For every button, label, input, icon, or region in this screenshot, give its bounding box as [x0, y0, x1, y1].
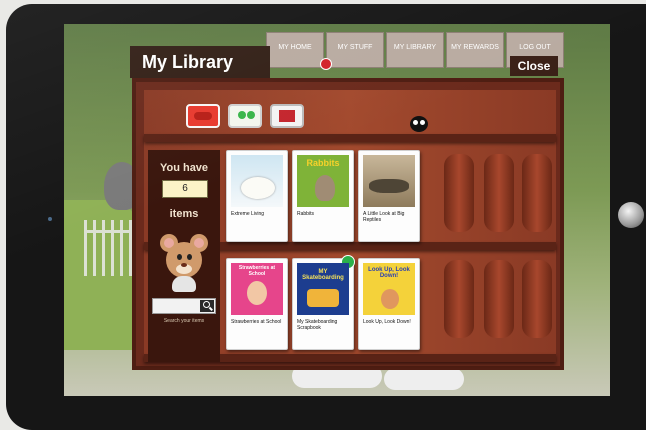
background-cloud: [292, 364, 382, 388]
empty-slot: [522, 260, 552, 338]
book-card[interactable]: Look Up, Look Down! Look Up, Look Down!: [358, 258, 420, 350]
tablet-frame: MY HOME MY STUFF MY LIBRARY MY REWARDS L…: [6, 4, 646, 430]
search-icon[interactable]: [200, 300, 214, 312]
mouse-mascot: [160, 232, 208, 292]
mouse-nose: [181, 263, 187, 267]
skateboard-image: [307, 289, 339, 307]
empty-slot: [484, 260, 514, 338]
mouse-body: [172, 276, 196, 292]
book-card[interactable]: Extreme Living: [226, 150, 288, 242]
polar-bear-image: [241, 177, 275, 199]
search-input[interactable]: [155, 300, 199, 312]
notification-badge: [320, 58, 332, 70]
cover-title: Rabbits: [306, 158, 340, 168]
child-image: [381, 289, 399, 309]
book-card[interactable]: Strawberries at School Strawberries at S…: [226, 258, 288, 350]
empty-slot: [522, 154, 552, 232]
new-badge-icon: [341, 255, 355, 269]
shelf-top: [144, 134, 556, 142]
book-title: Rabbits: [297, 211, 314, 217]
book-card[interactable]: MY Skateboarding My Skateboarding Scrapb…: [292, 255, 355, 350]
item-count-panel: You have 6 items Search your items: [148, 150, 220, 362]
you-have-label: You have: [159, 162, 209, 174]
book-cover: Look Up, Look Down!: [363, 263, 415, 315]
book-cover: [231, 155, 283, 207]
soot-critter-icon: [410, 116, 428, 132]
red-brand-filter-button[interactable]: [186, 104, 220, 128]
book-card[interactable]: Rabbits Rabbits: [292, 150, 354, 242]
item-count: 6: [162, 180, 208, 198]
rabbit-image: [315, 175, 335, 201]
background-cloud: [384, 368, 464, 390]
book-title: Look Up, Look Down!: [363, 319, 411, 325]
mouse-ear-left: [160, 234, 178, 252]
page-title: My Library: [130, 46, 270, 78]
cover-title: Look Up, Look Down!: [368, 267, 410, 279]
mouse-eye: [177, 254, 182, 260]
red-book-filter-button[interactable]: [270, 104, 304, 128]
app-screen: MY HOME MY STUFF MY LIBRARY MY REWARDS L…: [64, 24, 610, 396]
bookcase-back: [144, 90, 556, 362]
items-label: items: [169, 208, 199, 220]
background-bird: [104, 162, 140, 210]
book-title: A Little Look at Big Reptiles: [363, 211, 405, 223]
bookcase: [132, 78, 564, 370]
home-button-icon[interactable]: [618, 202, 644, 228]
tab-log-out[interactable]: LOG OUT: [506, 32, 564, 68]
cover-title: Strawberries at School: [238, 265, 276, 277]
book-title: Strawberries at School: [231, 319, 282, 325]
background-fence: [84, 220, 138, 276]
background-hill: [64, 200, 144, 350]
tab-my-rewards[interactable]: MY REWARDS: [446, 32, 504, 68]
shelf-middle: [144, 242, 556, 250]
book-title: My Skateboarding Scrapbook: [297, 319, 338, 331]
tab-my-library[interactable]: MY LIBRARY: [386, 32, 444, 68]
book-title: Extreme Living: [231, 211, 265, 217]
girl-image: [247, 281, 267, 305]
mouse-snout: [176, 264, 192, 274]
book-cover: Rabbits: [297, 155, 349, 207]
empty-slot: [444, 260, 474, 338]
mouse-eye: [187, 254, 192, 260]
mouse-head: [166, 242, 202, 278]
reptile-image: [369, 179, 409, 193]
book-card[interactable]: A Little Look at Big Reptiles: [358, 150, 420, 242]
shelf-bottom: [144, 354, 556, 362]
tab-my-stuff[interactable]: MY STUFF: [326, 32, 384, 68]
book-cover: [363, 155, 415, 207]
search-hint: Search your items: [163, 318, 205, 324]
book-cover: Strawberries at School: [231, 263, 283, 315]
tab-my-home[interactable]: MY HOME: [266, 32, 324, 68]
mouse-ear-right: [190, 234, 208, 252]
camera-dot: [48, 217, 52, 221]
empty-slot: [444, 154, 474, 232]
green-frog-filter-button[interactable]: [228, 104, 262, 128]
close-button[interactable]: Close: [510, 56, 558, 76]
search-box: [152, 298, 216, 314]
book-cover: MY Skateboarding: [297, 263, 349, 315]
cover-title: MY Skateboarding: [302, 269, 344, 281]
empty-slot: [484, 154, 514, 232]
